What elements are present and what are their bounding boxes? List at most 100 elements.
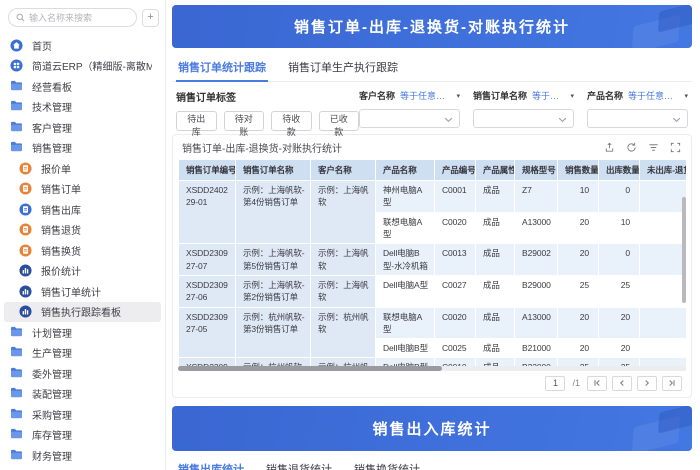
sidebar-item-sales-exchange[interactable]: 销售换货 [0,240,165,261]
table-row: XSDD230927-05 示例：杭州帆软-第3份销售订单 示例：杭州帆软 联想… [179,307,686,358]
cell-order-name: 示例：上海帆软-第5份销售订单 [236,244,310,275]
operator-caret-icon[interactable]: ▾ [684,92,688,100]
sidebar-item-sales-order-stats[interactable]: 销售订单统计 [0,281,165,302]
cell-unshipped [640,181,686,212]
add-button[interactable]: + [142,8,159,27]
customer-name-select[interactable] [359,109,460,128]
vertical-scrollbar[interactable] [682,197,686,303]
sidebar-item-sales-order[interactable]: 销售订单 [0,179,165,200]
col-order-no: 销售订单编号 [179,160,235,180]
sidebar-item-assembly-management[interactable]: 装配管理 [0,384,165,405]
tab-order-production-tracking[interactable]: 销售订单生产执行跟踪 [286,52,400,81]
customer-operator-link[interactable]: 等于任意一个 [400,89,451,102]
export-icon[interactable] [604,142,615,153]
sidebar-item-plan-management[interactable]: 计划管理 [0,322,165,343]
sidebar-item-sales-outbound[interactable]: 销售出库 [0,199,165,220]
cell-product: Dell电脑A型 [376,275,434,307]
operator-caret-icon[interactable]: ▾ [456,92,460,100]
horizontal-scrollbar[interactable] [178,366,686,371]
tag-pending-outbound-button[interactable]: 待出库 [176,111,217,137]
sidebar-item-customer-management[interactable]: 客户管理 [0,117,165,138]
folder-icon [10,121,23,134]
prev-page-button[interactable] [612,375,632,391]
cell-product: 联想电脑A型 [376,212,434,244]
col-attr: 产品属性 [476,160,514,180]
horizontal-scrollbar-thumb[interactable] [178,366,443,371]
cell-order-name: 示例：上海帆软-第2份销售订单 [236,275,310,307]
order-tag-buttons: 待出库 待对账 待收款 已收款 [176,111,359,137]
order-operator-link[interactable]: 等于任... [532,89,565,102]
page-title: 销售订单-出库-退换货-对账执行统计 [294,19,570,36]
col-order-name: 销售订单名称 [236,160,310,180]
sidebar-item-business-dashboard[interactable]: 经营看板 [0,76,165,97]
operator-caret-icon[interactable]: ▾ [570,92,574,100]
sidebar-item-quotation-stats[interactable]: 报价统计 [0,261,165,282]
sidebar-item-quotation[interactable]: 报价单 [0,158,165,179]
cell-order-no: XSDD230927-07 [179,244,235,275]
sidebar-item-sales-management[interactable]: 销售管理 [0,138,165,159]
sidebar-item-inventory-management[interactable]: 库存管理 [0,425,165,446]
cell-product: Dell电脑B型 [376,339,434,358]
col-sale-qty: 销售数量 [558,160,598,180]
product-operator-link[interactable]: 等于任意一个 [628,89,679,102]
page-input[interactable]: 1 [545,375,566,391]
col-product-no: 产品编号 [435,160,475,180]
section-header-inout-stats: 销售出入库统计 [172,406,692,451]
cell-order-no: XSDD230927-06 [179,275,235,307]
sidebar-item-home[interactable]: 首页 [0,35,165,56]
cell-out-qty: 25 [599,275,639,307]
order-name-select[interactable] [473,109,574,128]
section-header-sales-order: 销售订单-出库-退换货-对账执行统计 [172,5,692,48]
sidebar-item-finance-management[interactable]: 财务管理 [0,445,165,466]
refresh-icon[interactable] [626,142,637,153]
cell-attr: 成品 [476,212,514,244]
col-out-qty: 出库数量 [599,160,639,180]
doc-icon [19,203,32,216]
pagination: 1 /1 [173,371,691,395]
folder-icon [10,326,23,339]
fullscreen-icon[interactable] [670,142,681,153]
tab-sales-outbound-stats[interactable]: 销售出库统计 [176,454,246,470]
cell-order-no: XSDD230927-05 [179,307,235,358]
sidebar-item-outsourcing-management[interactable]: 委外管理 [0,363,165,384]
cell-unshipped [640,244,686,275]
chevron-down-icon [444,117,453,123]
product-name-select[interactable] [587,109,688,128]
first-page-button[interactable] [587,375,607,391]
tag-paid-button[interactable]: 已收款 [318,111,359,137]
table-row: XSDD230927-07 示例：上海帆软-第5份销售订单 示例：上海帆软 De… [179,244,686,275]
tag-pending-payment-button[interactable]: 待收款 [271,111,312,137]
sidebar-item-sales-return[interactable]: 销售退货 [0,220,165,241]
sales-order-table: 销售订单编号 销售订单名称 客户名称 产品名称 产品编号 产品属性 规格型号 销… [178,159,686,371]
last-page-button[interactable] [662,375,682,391]
order-tag-filter: 销售订单标签 待出库 待对账 待收款 已收款 [176,86,359,137]
tab-sales-exchange-stats[interactable]: 销售换货统计 [352,454,422,470]
sidebar-item-erp-app[interactable]: 简道云ERP（精细版-离散MTO）「... [0,56,165,77]
folder-icon [10,80,23,93]
cell-product-no: C0027 [435,275,475,307]
doc-icon [19,162,32,175]
sidebar-item-production-management[interactable]: 生产管理 [0,343,165,364]
cell-sale-qty: 20 [558,307,598,339]
tab-sales-return-stats[interactable]: 销售退货统计 [264,454,334,470]
col-spec: 规格型号 [515,160,557,180]
folder-icon [10,428,23,441]
filter-settings-icon[interactable] [648,142,659,153]
cell-unshipped [640,212,686,244]
sidebar-item-purchase-management[interactable]: 采购管理 [0,404,165,425]
cell-product: 联想电脑A型 [376,307,434,339]
cell-product-no: C0020 [435,307,475,339]
top-tabs: 销售订单统计跟踪 销售订单生产执行跟踪 [172,52,692,82]
cell-sale-qty: 10 [558,181,598,212]
next-page-button[interactable] [637,375,657,391]
order-name-label: 销售订单名称 [473,91,528,101]
search-input[interactable] [29,12,129,23]
tab-order-stats-tracking[interactable]: 销售订单统计跟踪 [176,52,268,82]
product-name-label: 产品名称 [587,91,624,101]
sidebar-item-sales-execution-board[interactable]: 销售执行跟踪看板 [4,301,161,322]
sidebar-item-tech-management[interactable]: 技术管理 [0,97,165,118]
cell-sale-qty: 20 [558,244,598,275]
search-input-wrap[interactable] [8,8,137,27]
tag-pending-reconcile-button[interactable]: 待对账 [223,111,264,137]
cell-product-no: C0020 [435,212,475,244]
